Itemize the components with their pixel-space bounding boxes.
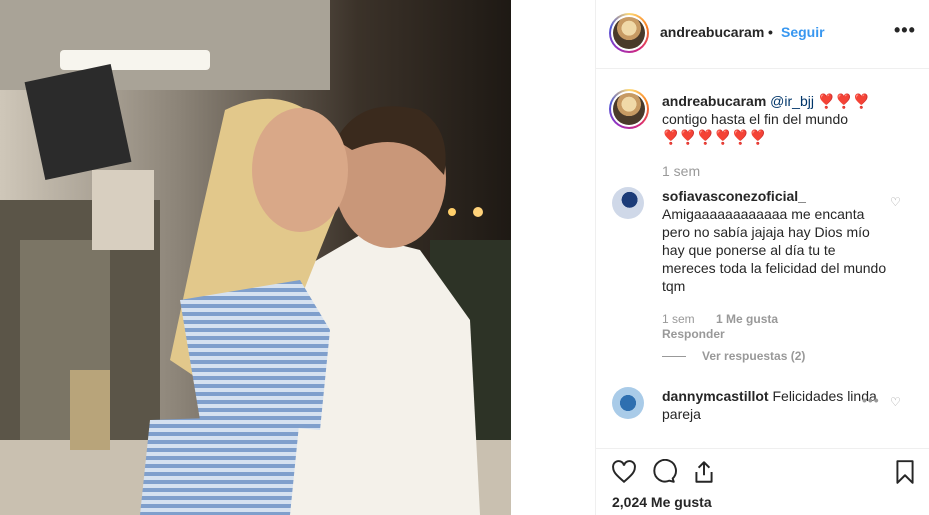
post-actions: 2,024 Me gusta <box>596 448 929 515</box>
more-options-icon[interactable]: ••• <box>894 20 916 41</box>
comment-username[interactable]: sofiavasconezoficial_ <box>662 188 806 204</box>
comment-like-icon[interactable]: ♡ <box>890 395 901 409</box>
comment-likes[interactable]: 1 Me gusta <box>716 312 778 326</box>
caption-avatar[interactable] <box>609 89 649 129</box>
like-count[interactable]: 2,024 Me gusta <box>612 494 712 510</box>
comment-item: sofiavasconezoficial_ Amigaaaaaaaaaaaa m… <box>662 187 888 295</box>
header-separator: • <box>768 24 773 40</box>
heart-outline-icon[interactable] <box>611 459 637 485</box>
share-upload-icon[interactable] <box>691 459 717 485</box>
view-replies-button[interactable]: Ver respuestas (2) <box>662 349 805 363</box>
follow-button[interactable]: Seguir <box>781 24 825 40</box>
post-header: andreabucaram • Seguir ••• <box>596 0 929 69</box>
replies-divider <box>662 356 686 358</box>
caption: andreabucaram @ir_bjj ❣️❣️❣️ contigo has… <box>662 92 894 146</box>
caption-timestamp[interactable]: 1 sem <box>662 163 700 179</box>
post-side-panel: andreabucaram • Seguir ••• andreabucaram… <box>595 0 929 515</box>
caption-username[interactable]: andreabucaram <box>662 93 766 109</box>
comment-bubble-icon[interactable] <box>651 459 677 485</box>
comment-text: Amigaaaaaaaaaaaa me encanta pero no sabí… <box>662 206 887 294</box>
comment-item: dannymcastillot Felicidades linda pareja <box>662 387 888 423</box>
caption-hearts-inline: ❣️❣️❣️ <box>817 93 871 109</box>
comment-like-icon[interactable]: ♡ <box>890 195 901 209</box>
reply-button[interactable]: Responder <box>662 327 725 341</box>
comment-more-icon[interactable]: ••• <box>862 392 880 408</box>
author-username[interactable]: andreabucaram <box>660 24 764 40</box>
author-avatar[interactable] <box>609 13 649 53</box>
caption-mention[interactable]: @ir_bjj <box>770 93 814 109</box>
post-photo[interactable] <box>0 0 511 515</box>
bookmark-icon[interactable] <box>892 459 918 485</box>
caption-text: contigo hasta el fin del mundo <box>662 111 849 127</box>
caption-hearts-line: ❣️❣️❣️❣️❣️❣️ <box>662 129 767 145</box>
comment-avatar[interactable] <box>612 387 644 419</box>
comments-list[interactable]: andreabucaram @ir_bjj ❣️❣️❣️ contigo has… <box>596 70 929 448</box>
comment-meta: 1 sem 1 Me gusta <box>662 312 778 326</box>
comment-username[interactable]: dannymcastillot <box>662 388 769 404</box>
comment-timestamp[interactable]: 1 sem <box>662 312 695 326</box>
view-replies-label: Ver respuestas (2) <box>702 349 806 363</box>
comment-avatar[interactable] <box>612 187 644 219</box>
